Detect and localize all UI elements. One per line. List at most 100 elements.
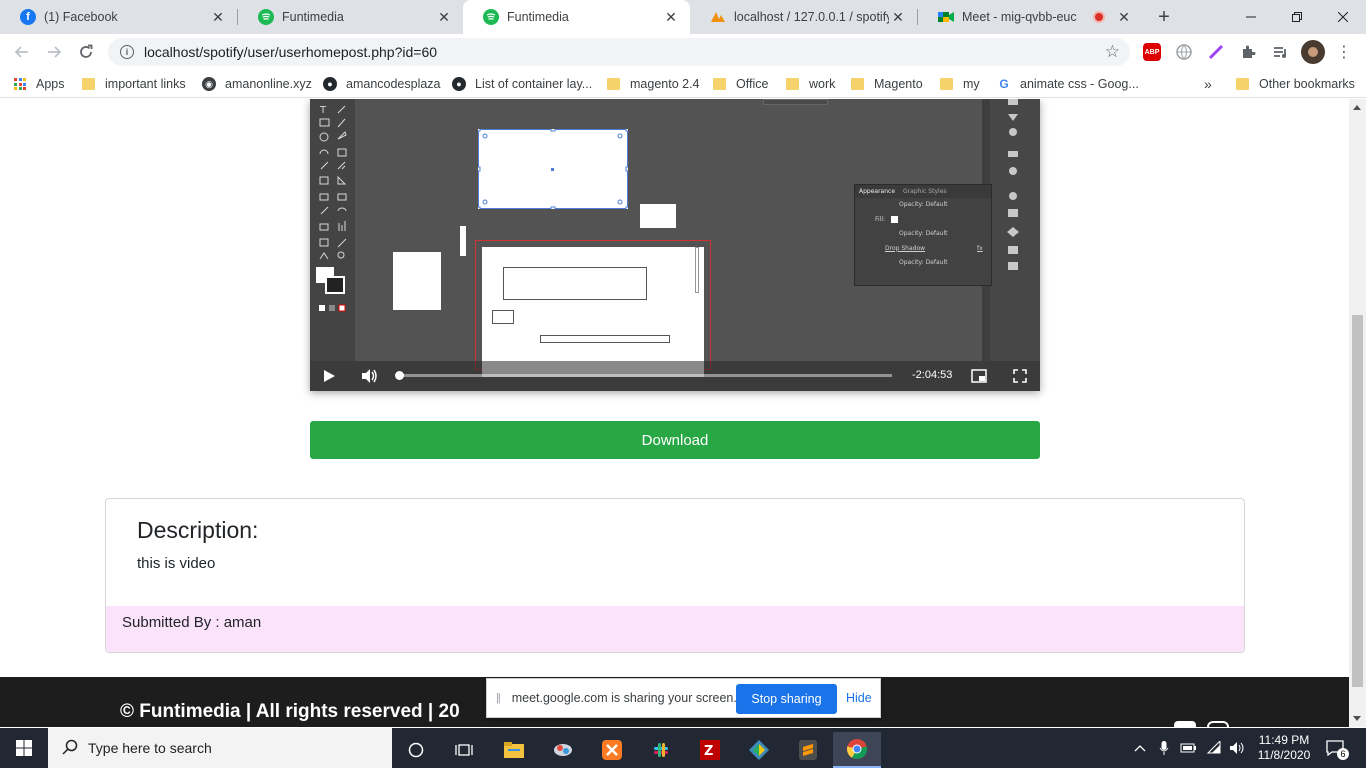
bookmark-apps[interactable]: Apps <box>14 70 65 98</box>
seek-thumb[interactable] <box>395 371 404 380</box>
info-icon[interactable]: i <box>120 45 134 59</box>
panel-row-drop-shadow: Drop Shadow fx <box>885 244 983 252</box>
task-view-icon[interactable] <box>440 732 488 768</box>
bookmark-label: work <box>809 77 836 91</box>
volume-icon[interactable] <box>361 368 379 389</box>
editor-right-dock <box>990 99 1040 361</box>
hide-button[interactable]: Hide <box>846 691 872 705</box>
close-tab-icon[interactable]: ✕ <box>435 8 453 26</box>
bookmark-office[interactable]: Office <box>713 70 768 98</box>
close-tab-icon[interactable]: ✕ <box>662 8 680 26</box>
bookmark-amanonline[interactable]: ◉ amanonline.xyz <box>202 70 312 98</box>
close-tab-icon[interactable]: ✕ <box>889 8 907 26</box>
scroll-down-arrow-icon[interactable] <box>1353 716 1361 721</box>
adblock-extension-icon[interactable]: ABP <box>1142 42 1162 62</box>
picture-in-picture-icon[interactable] <box>971 369 987 388</box>
chrome-taskbar-icon[interactable] <box>833 732 881 768</box>
tab-phpmyadmin[interactable]: localhost / 127.0.0.1 / spotify / ✕ <box>690 0 917 34</box>
play-icon[interactable] <box>322 369 336 388</box>
description-heading: Description: <box>137 517 259 543</box>
file-explorer-icon[interactable] <box>490 732 538 768</box>
tab-facebook[interactable]: f (1) Facebook ✕ <box>0 0 237 34</box>
scrollbar-thumb[interactable] <box>1352 315 1363 687</box>
stop-sharing-button[interactable]: Stop sharing <box>736 684 837 714</box>
editor-tools-panel: T <box>310 99 355 361</box>
xampp-icon[interactable] <box>588 732 636 768</box>
close-tab-icon[interactable]: ✕ <box>209 8 227 26</box>
windows-start-icon[interactable] <box>0 730 48 766</box>
panel-row: Opacity: Default <box>899 230 948 237</box>
drag-handle-icon[interactable]: || <box>496 692 501 704</box>
notification-count-badge: 6 <box>1337 748 1349 760</box>
tab-funtimedia-active[interactable]: Funtimedia ✕ <box>463 0 690 34</box>
tab-meet[interactable]: Meet - mig-qvbb-euc ✕ <box>918 0 1143 34</box>
panel-row: Opacity: Default <box>899 201 948 208</box>
color-picker-extension-icon[interactable] <box>1206 42 1226 62</box>
extensions-puzzle-icon[interactable] <box>1238 42 1258 62</box>
bookmark-important-links[interactable]: important links <box>82 70 186 98</box>
bookmark-star-icon[interactable]: ☆ <box>1105 42 1120 62</box>
bookmark-amancodesplaza[interactable]: ● amancodesplaza <box>323 70 441 98</box>
close-tab-icon[interactable]: ✕ <box>1115 8 1133 26</box>
seek-bar[interactable] <box>395 371 892 380</box>
graphic-styles-tab: Graphic Styles <box>903 188 947 195</box>
download-button[interactable]: Download <box>310 421 1040 459</box>
instagram-icon[interactable] <box>1207 721 1229 727</box>
address-bar[interactable]: i localhost/spotify/user/userhomepost.ph… <box>108 38 1130 66</box>
git-icon[interactable] <box>735 732 783 768</box>
selected-rectangle-shape <box>478 129 628 209</box>
wireframe-scrollbar <box>695 247 699 293</box>
chrome-menu-icon[interactable]: ⋮ <box>1334 42 1354 62</box>
slack-icon[interactable] <box>637 732 685 768</box>
speaker-icon[interactable] <box>1228 728 1248 768</box>
profile-avatar[interactable] <box>1301 40 1325 64</box>
globe-extension-icon[interactable] <box>1174 42 1194 62</box>
forward-button[interactable] <box>40 38 68 66</box>
bookmarks-overflow-chevron[interactable]: » <box>1204 70 1212 98</box>
recording-icon <box>1093 11 1105 23</box>
browser-tab-strip: f (1) Facebook ✕ Funtimedia ✕ Funtimedia… <box>0 0 1366 34</box>
time-remaining: -2:04:53 <box>912 369 953 381</box>
notifications-icon[interactable]: 6 <box>1320 728 1350 768</box>
video-player[interactable]: T Appearance Graphic Styles Opacity: Def… <box>310 99 1040 391</box>
tab-funtimedia[interactable]: Funtimedia ✕ <box>238 0 463 34</box>
close-window-button[interactable] <box>1320 0 1366 34</box>
sublime-text-icon[interactable] <box>784 732 832 768</box>
social-icon[interactable] <box>1174 721 1196 727</box>
browser-toolbar: i localhost/spotify/user/userhomepost.ph… <box>0 34 1366 70</box>
bookmark-magento-24[interactable]: magento 2.4 <box>607 70 700 98</box>
bookmark-my[interactable]: my <box>940 70 980 98</box>
tray-overflow-icon[interactable] <box>1130 728 1150 768</box>
new-tab-button[interactable]: + <box>1152 5 1176 29</box>
bookmark-magento[interactable]: Magento <box>851 70 923 98</box>
scroll-up-arrow-icon[interactable] <box>1353 105 1361 110</box>
clock-date: 11/8/2020 <box>1257 748 1311 762</box>
taskbar-search-box[interactable]: Type here to search <box>48 728 392 768</box>
wireframe-bar <box>540 335 670 343</box>
media-control-icon[interactable] <box>1270 42 1290 62</box>
panel-row: Opacity: Default <box>899 259 948 266</box>
folder-icon <box>940 78 953 90</box>
wifi-icon[interactable] <box>1204 728 1224 768</box>
bookmark-container-layouts[interactable]: ● List of container lay... <box>452 70 592 98</box>
system-clock[interactable]: 11:49 PM 11/8/2020 <box>1254 728 1314 768</box>
battery-icon[interactable] <box>1178 728 1198 768</box>
app-icon[interactable] <box>539 732 587 768</box>
bookmark-animate-css[interactable]: G animate css - Goog... <box>997 70 1139 98</box>
tab-label: Meet - mig-qvbb-euc <box>962 10 1077 24</box>
tab-label: (1) Facebook <box>44 10 118 24</box>
filezilla-icon[interactable]: Z <box>686 732 734 768</box>
bookmark-other-bookmarks[interactable]: Other bookmarks <box>1236 70 1355 98</box>
url-text[interactable]: localhost/spotify/user/userhomepost.php?… <box>144 44 437 60</box>
back-button[interactable] <box>8 38 36 66</box>
reload-button[interactable] <box>72 38 100 66</box>
clock-time: 11:49 PM <box>1258 733 1310 747</box>
microphone-icon[interactable] <box>1155 728 1173 768</box>
cortana-icon[interactable] <box>392 732 440 768</box>
fullscreen-icon[interactable] <box>1013 369 1027 388</box>
spotify-icon <box>483 9 499 25</box>
bookmark-label: amanonline.xyz <box>225 77 312 91</box>
restore-button[interactable] <box>1274 0 1320 34</box>
bookmark-work[interactable]: work <box>786 70 835 98</box>
minimize-button[interactable] <box>1228 0 1274 34</box>
